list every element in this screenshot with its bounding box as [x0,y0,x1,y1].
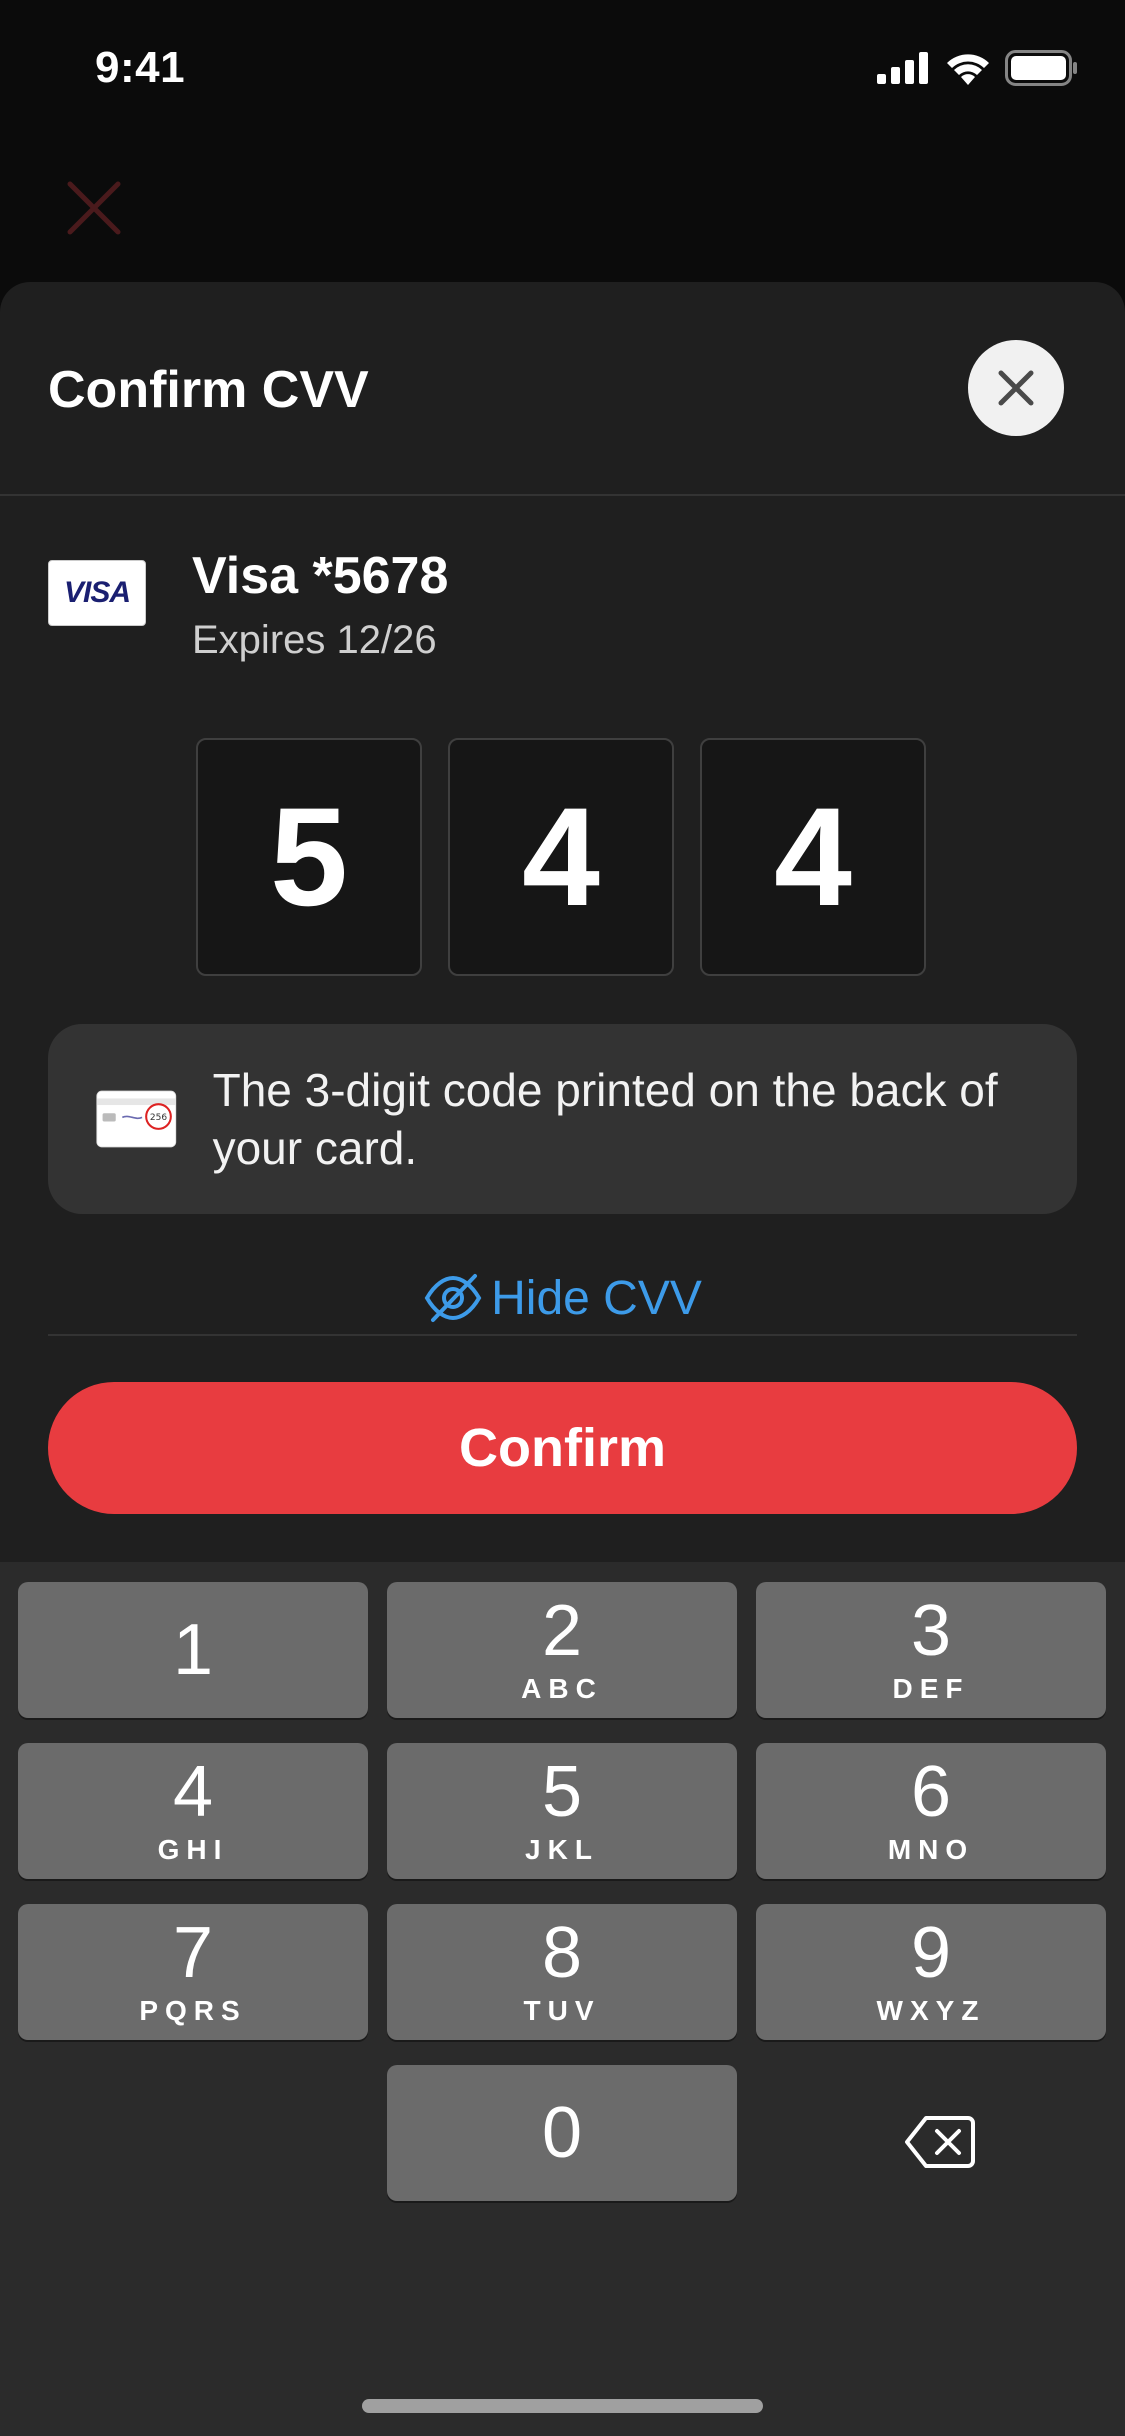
divider [48,1334,1077,1336]
cvv-digit-box[interactable]: 5 [196,738,422,976]
key-4[interactable]: 4 GHI [18,1743,368,1879]
status-icons [877,50,1079,86]
hide-cvv-label: Hide CVV [491,1271,702,1325]
key-6[interactable]: 6 MNO [756,1743,1106,1879]
key-number: 5 [541,1752,583,1832]
key-3[interactable]: 3 DEF [756,1582,1106,1718]
close-button[interactable] [968,340,1064,436]
key-0[interactable]: 0 [387,2065,737,2201]
card-back-icon: 256 [96,1090,177,1148]
cvv-hint: 256 The 3-digit code printed on the back… [48,1024,1077,1214]
background-close-icon [62,176,126,240]
key-letters: WXYZ [876,1995,986,2026]
key-number: 3 [910,1591,952,1671]
card-info: VISA Visa *5678 Expires 12/26 [0,496,1125,696]
key-letters: ABC [521,1673,603,1704]
cvv-input[interactable]: 5 4 4 [196,738,926,976]
key-letters: DEF [892,1673,970,1704]
sheet-title: Confirm CVV [48,361,369,419]
key-letters: GHI [157,1834,229,1865]
key-number: 6 [910,1752,952,1832]
key-number: 2 [541,1591,583,1671]
delete-key[interactable] [880,2097,1000,2187]
battery-icon [1005,50,1077,86]
key-9[interactable]: 9 WXYZ [756,1904,1106,2040]
key-number: 8 [541,1913,583,1993]
key-7[interactable]: 7 PQRS [18,1904,368,2040]
key-8[interactable]: 8 TUV [387,1904,737,2040]
hint-text: The 3-digit code printed on the back of … [212,1064,998,1174]
key-number: 1 [172,1610,214,1690]
status-bar: 9:41 [0,0,1125,140]
key-number: 7 [172,1913,214,1993]
cvv-digit-box[interactable]: 4 [448,738,674,976]
key-5[interactable]: 5 JKL [387,1743,737,1879]
key-number: 9 [910,1913,952,1993]
status-time: 9:41 [95,43,186,92]
key-letters: MNO [887,1834,975,1865]
close-icon [998,370,1034,406]
wifi-icon [947,54,989,85]
card-brand: VISA [63,576,131,609]
hide-cvv-button[interactable]: Hide CVV [0,1262,1125,1334]
numeric-keypad: 1 2 ABC 3 DEF 4 GHI 5 JKL 6 MNO 7 PQRS 8… [0,1562,1125,2436]
key-letters: JKL [525,1834,599,1865]
home-indicator[interactable] [362,2399,763,2413]
backspace-icon [905,2116,975,2168]
eye-slash-icon [424,1274,482,1322]
sheet-header: Confirm CVV [0,282,1125,496]
confirm-button[interactable]: Confirm [48,1382,1077,1514]
key-letters: TUV [523,1995,601,2026]
key-2[interactable]: 2 ABC [387,1582,737,1718]
cvv-digit-box[interactable]: 4 [700,738,926,976]
card-expiry: Expires 12/26 [192,618,437,662]
card-back-code: 256 [150,1113,167,1123]
key-letters: PQRS [139,1995,247,2026]
signal-icon [877,52,928,84]
key-number: 0 [541,2093,583,2173]
card-name: Visa *5678 [192,547,449,605]
key-1[interactable]: 1 [18,1582,368,1718]
visa-logo: VISA [48,560,146,626]
key-number: 4 [172,1752,214,1832]
